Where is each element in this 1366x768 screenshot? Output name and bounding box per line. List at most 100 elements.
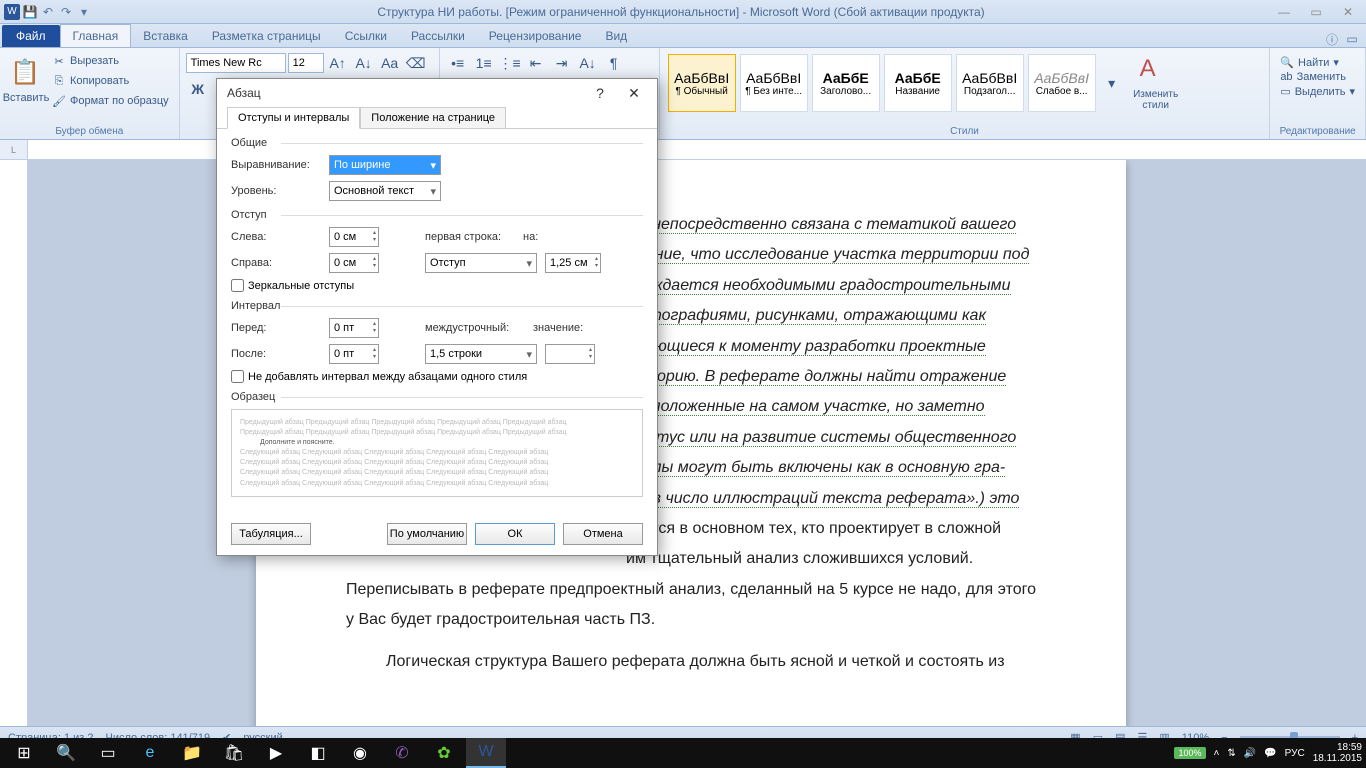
qat-customize-icon[interactable]: ▾ [76,4,92,20]
show-marks-icon[interactable]: ¶ [602,52,626,74]
search-icon[interactable]: 🔍 [46,738,86,768]
indent-right-spinner[interactable]: 0 см [329,253,379,273]
clock-time[interactable]: 18:59 [1313,742,1362,753]
dialog-tab-linebreaks[interactable]: Положение на странице [360,107,506,129]
style-normal[interactable]: АаБбВвI¶ Обычный [668,54,736,112]
mirror-indents-checkbox[interactable]: Зеркальные отступы [231,279,354,292]
change-case-icon[interactable]: Aa [378,52,402,74]
dialog-close-button[interactable]: ✕ [621,83,647,103]
explorer-icon[interactable]: 📁 [172,738,212,768]
indent-inc-icon[interactable]: ⇥ [550,52,574,74]
start-button[interactable]: ⊞ [4,738,44,768]
replace-button[interactable]: abЗаменить [1280,71,1355,83]
first-line-label: первая строка: [425,231,515,243]
tabs-button[interactable]: Табуляция... [231,523,311,545]
ruler-vertical[interactable] [0,160,28,726]
group-styles: АаБбВвI¶ Обычный АаБбВвI¶ Без инте... Аа… [660,48,1271,139]
ribbon-minimize-icon[interactable]: ⓘ [1324,31,1340,47]
dialog-help-button[interactable]: ? [587,83,613,103]
outline-level-select[interactable]: Основной текст [329,181,441,201]
chrome-icon[interactable]: ◉ [340,738,380,768]
change-styles-button[interactable]: A Изменить стили [1128,55,1184,111]
tab-view[interactable]: Вид [593,25,639,47]
cut-button[interactable]: ✂Вырезать [48,52,173,70]
style-title[interactable]: АаБбЕНазвание [884,54,952,112]
close-button[interactable]: ✕ [1334,3,1362,21]
icq-icon[interactable]: ✿ [424,738,464,768]
undo-icon[interactable]: ↶ [40,4,56,20]
cut-icon: ✂ [52,54,66,68]
set-default-button[interactable]: По умолчанию [387,523,467,545]
style-nospacing[interactable]: АаБбВвI¶ Без инте... [740,54,808,112]
space-before-spinner[interactable]: 0 пт [329,318,379,338]
spacing-at-spinner[interactable] [545,344,595,364]
task-view-icon[interactable]: ▭ [88,738,128,768]
font-name-select[interactable]: Times New Rc [186,53,286,73]
line-spacing-select[interactable]: 1,5 строки [425,344,537,364]
tab-mailings[interactable]: Рассылки [399,25,477,47]
style-subtitle[interactable]: АаБбВвIПодзагол... [956,54,1024,112]
space-after-spinner[interactable]: 0 пт [329,344,379,364]
tab-review[interactable]: Рецензирование [477,25,594,47]
save-icon[interactable]: 💾 [22,4,38,20]
group-label-clipboard: Буфер обмена [6,124,173,137]
viber-icon[interactable]: ✆ [382,738,422,768]
minimize-button[interactable]: — [1270,3,1298,21]
file-tab[interactable]: Файл [2,25,60,47]
indent-by-spinner[interactable]: 1,25 см [545,253,601,273]
ruler-horizontal[interactable]: L [0,140,1366,160]
indent-dec-icon[interactable]: ⇤ [524,52,548,74]
clear-format-icon[interactable]: ⌫ [404,52,428,74]
copy-icon: ⎘ [52,74,66,88]
input-lang[interactable]: РУС [1285,748,1305,759]
first-line-select[interactable]: Отступ [425,253,537,273]
tray-chevron-icon[interactable]: ˄ [1214,748,1220,759]
fieldset-indent: Отступ [231,209,643,221]
maximize-button[interactable]: ▭ [1302,3,1330,21]
select-button[interactable]: ▭Выделить▾ [1280,85,1355,98]
dialog-tab-indents[interactable]: Отступы и интервалы [227,107,360,129]
numbering-icon[interactable]: 1≡ [472,52,496,74]
tab-home[interactable]: Главная [60,24,132,47]
redo-icon[interactable]: ↷ [58,4,74,20]
paste-button[interactable]: 📋 Вставить [6,58,46,104]
network-icon[interactable]: ⇅ [1227,748,1235,759]
edge-icon[interactable]: e [130,738,170,768]
multilevel-icon[interactable]: ⋮≡ [498,52,522,74]
styles-more-icon[interactable]: ▾ [1100,72,1124,94]
style-subtle[interactable]: АаБбВвIСлабое в... [1028,54,1096,112]
format-painter-button[interactable]: 🖌Формат по образцу [48,92,173,110]
ribbon-help-icon[interactable]: ▭ [1344,31,1360,47]
dialog-titlebar[interactable]: Абзац ? ✕ [217,79,657,107]
indent-left-label: Слева: [231,231,321,243]
word-taskbar-icon[interactable]: W [466,738,506,768]
style-heading1[interactable]: АаБбЕЗаголово... [812,54,880,112]
fieldset-spacing: Интервал [231,300,643,312]
app-icon[interactable]: ◧ [298,738,338,768]
no-space-same-style-checkbox[interactable]: Не добавлять интервал между абзацами одн… [231,370,527,383]
battery-indicator[interactable]: 100% [1174,747,1205,759]
find-button[interactable]: 🔍Найти▾ [1280,56,1355,69]
shrink-font-icon[interactable]: A↓ [352,52,376,74]
media-icon[interactable]: ▶ [256,738,296,768]
copy-button[interactable]: ⎘Копировать [48,72,173,90]
grow-font-icon[interactable]: A↑ [326,52,350,74]
title-bar: W 💾 ↶ ↷ ▾ Структура НИ работы. [Режим ог… [0,0,1366,24]
sort-icon[interactable]: A↓ [576,52,600,74]
font-size-select[interactable]: 12 [288,53,324,73]
store-icon[interactable]: 🛍 [214,738,254,768]
tab-references[interactable]: Ссылки [333,25,399,47]
tab-insert[interactable]: Вставка [131,25,200,47]
action-center-icon[interactable]: 💬 [1264,748,1276,759]
paragraph-dialog: Абзац ? ✕ Отступы и интервалы Положение … [216,78,658,556]
clock-date[interactable]: 18.11.2015 [1313,753,1362,764]
ok-button[interactable]: ОК [475,523,555,545]
indent-left-spinner[interactable]: 0 см [329,227,379,247]
tab-pagelayout[interactable]: Разметка страницы [200,25,333,47]
bold-button[interactable]: Ж [186,78,210,100]
alignment-select[interactable]: По ширине [329,155,441,175]
bullets-icon[interactable]: •≡ [446,52,470,74]
indent-by-label: на: [523,231,563,243]
volume-icon[interactable]: 🔊 [1244,748,1256,759]
cancel-button[interactable]: Отмена [563,523,643,545]
